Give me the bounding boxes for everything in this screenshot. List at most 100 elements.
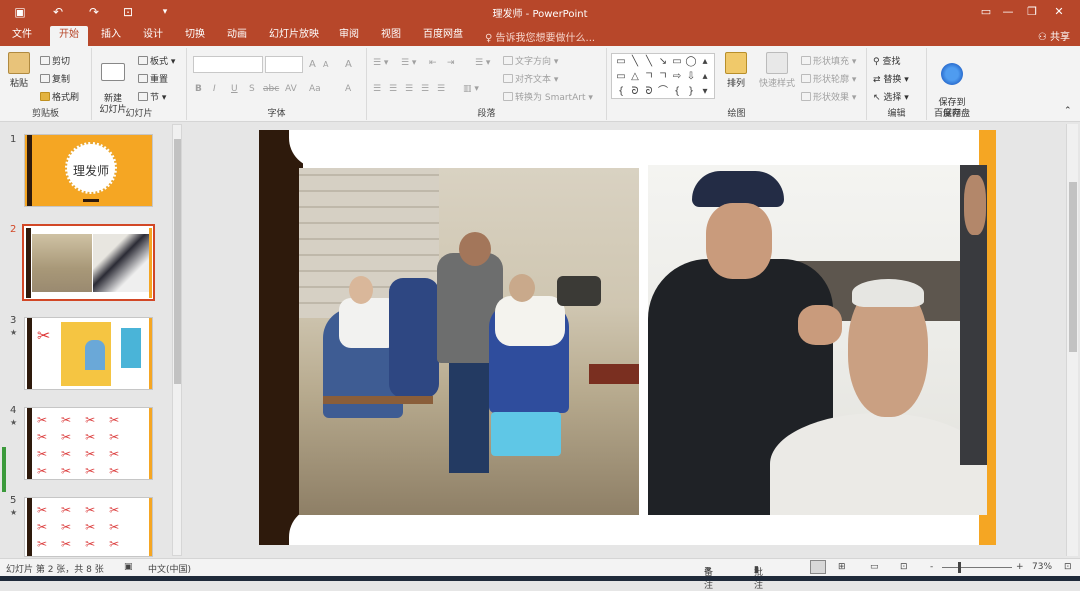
shape-gallery-item[interactable]: ▭ [670, 54, 684, 69]
zoom-level[interactable]: 73% [1032, 562, 1052, 572]
slide-thumbnail-2[interactable] [22, 224, 155, 301]
shape-gallery-item[interactable]: ◯ [684, 54, 698, 69]
shape-gallery-item[interactable]: ⇨ [670, 69, 684, 84]
tab-animations[interactable]: 动画 [221, 26, 253, 46]
shape-effects-button[interactable]: 形状效果 ▾ [801, 90, 856, 103]
shape-gallery-item[interactable]: ╲ [628, 54, 642, 69]
shape-gallery-item[interactable]: ▾ [698, 84, 712, 99]
select-button[interactable]: ↖ 选择 ▾ [873, 90, 909, 103]
zoom-slider-handle[interactable] [958, 562, 961, 573]
shape-gallery-item[interactable]: ▴ [698, 69, 712, 84]
ribbon-display-options-icon[interactable]: ▭ [975, 3, 997, 21]
font-name-box[interactable] [193, 56, 263, 73]
slide-thumbnail-1[interactable]: 理发师 [24, 134, 153, 207]
paste-button[interactable]: 粘贴 [6, 52, 32, 89]
share-button[interactable]: ⚇ 共享 [1038, 28, 1070, 43]
shape-gallery-item[interactable]: ╲ [642, 54, 656, 69]
convert-smartart-button[interactable]: 转换为 SmartArt ▾ [503, 90, 593, 103]
tab-file[interactable]: 文件 [6, 26, 38, 46]
shape-fill-button[interactable]: 形状填充 ▾ [801, 54, 856, 67]
shape-gallery-item[interactable]: ⇩ [684, 69, 698, 84]
shape-outline-button[interactable]: 形状轮廓 ▾ [801, 72, 856, 85]
columns-button[interactable]: ▥ ▾ [463, 84, 479, 94]
change-case-button[interactable]: Aa [309, 84, 321, 94]
layout-button[interactable]: 板式 ▾ [138, 54, 175, 67]
tab-view[interactable]: 视图 [375, 26, 407, 46]
tab-review[interactable]: 审阅 [333, 26, 365, 46]
slide-thumbnail-3[interactable]: ✂ [24, 317, 153, 390]
zoom-slider-track[interactable] [942, 567, 1012, 568]
spellcheck-icon[interactable]: ▣ [124, 562, 133, 572]
fit-slide-icon[interactable]: ⊡ [1064, 562, 1072, 572]
zoom-in-button[interactable]: + [1016, 562, 1024, 572]
slide-thumbnail-5[interactable]: ✂✂✂✂ ✂✂✂✂ ✂✂✂✂ [24, 497, 153, 557]
shape-gallery-item[interactable]: ᘐ [628, 84, 642, 99]
shape-gallery-item[interactable]: ▴ [698, 54, 712, 69]
align-right-button[interactable]: ☰ [405, 84, 413, 94]
shape-gallery-item[interactable]: } [684, 84, 698, 99]
shapes-gallery[interactable]: ▭ ╲ ╲ ↘ ▭ ◯ ▴ ▭ △ ㄱㄱ ⇨ ⇩ ▴{ᘐ ᘐ ⌒{} ▾ [611, 53, 715, 99]
quick-styles-button[interactable]: 快速样式 [755, 52, 799, 89]
line-spacing-button[interactable]: ☰ ▾ [475, 58, 490, 68]
font-size-box[interactable] [265, 56, 303, 73]
reading-view-icon[interactable]: ▭ [870, 562, 879, 572]
tell-me-box[interactable]: ♀ 告诉我您想要做什么... [485, 29, 595, 44]
italic-button[interactable]: I [213, 84, 216, 94]
slideshow-view-icon[interactable]: ⊡ [900, 562, 908, 572]
shape-gallery-item[interactable]: { [614, 84, 628, 99]
zoom-out-button[interactable]: - [930, 562, 933, 572]
align-text-button[interactable]: 对齐文本 ▾ [503, 72, 558, 85]
slide-thumbnail-4[interactable]: ✂✂✂✂ ✂✂✂✂ ✂✂✂✂ ✂✂✂✂ [24, 407, 153, 480]
tab-slideshow[interactable]: 幻灯片放映 [263, 26, 325, 46]
shape-gallery-item[interactable]: ▭ [614, 54, 628, 69]
collapse-ribbon-icon[interactable]: ⌃ [1064, 106, 1072, 116]
thumbnail-scroll-thumb[interactable] [174, 139, 181, 384]
shape-gallery-item[interactable]: ㄱ [642, 69, 656, 84]
text-direction-button[interactable]: 文字方向 ▾ [503, 54, 558, 67]
tab-home[interactable]: 开始 [50, 26, 88, 46]
shape-gallery-item[interactable]: ▭ [614, 69, 628, 84]
shrink-font-button[interactable]: A [323, 60, 328, 69]
bold-button[interactable]: B [195, 84, 202, 94]
char-spacing-button[interactable]: AV [285, 84, 297, 94]
restore-icon[interactable]: ❐ [1021, 3, 1043, 21]
slide-canvas[interactable] [259, 130, 996, 545]
align-center-button[interactable]: ☰ [389, 84, 397, 94]
shape-gallery-item[interactable]: △ [628, 69, 642, 84]
grow-font-button[interactable]: A [309, 59, 316, 70]
bullets-button[interactable]: ☰ ▾ [373, 58, 388, 68]
clear-formatting-button[interactable]: A [345, 59, 352, 70]
numbering-button[interactable]: ☰ ▾ [401, 58, 416, 68]
tab-baidu[interactable]: 百度网盘 [417, 26, 469, 46]
section-button[interactable]: 节 ▾ [138, 90, 166, 103]
cut-button[interactable]: 剪切 [40, 54, 70, 67]
normal-view-icon[interactable] [810, 560, 826, 574]
distributed-button[interactable]: ☰ [437, 84, 445, 94]
shape-gallery-item[interactable]: ᘐ [642, 84, 656, 99]
underline-button[interactable]: U [231, 84, 238, 94]
slide-scrollbar[interactable] [1066, 124, 1078, 556]
copy-button[interactable]: 复制 [40, 72, 70, 85]
shape-gallery-item[interactable]: ⌒ [656, 84, 670, 99]
minimize-icon[interactable]: — [997, 3, 1019, 21]
thumbnail-scrollbar[interactable] [172, 124, 182, 556]
increase-indent-button[interactable]: ⇥ [447, 58, 455, 68]
font-color-button[interactable]: A [345, 84, 351, 94]
slide-scroll-thumb[interactable] [1069, 182, 1077, 352]
slide-sorter-icon[interactable]: ⊞ [838, 562, 846, 572]
barber-street-photo[interactable] [299, 168, 639, 515]
close-icon[interactable]: ✕ [1048, 3, 1070, 21]
decrease-indent-button[interactable]: ⇤ [429, 58, 437, 68]
shape-gallery-item[interactable]: ↘ [656, 54, 670, 69]
justify-button[interactable]: ☰ [421, 84, 429, 94]
format-painter-button[interactable]: 格式刷 [40, 90, 79, 103]
tab-insert[interactable]: 插入 [95, 26, 127, 46]
arrange-button[interactable]: 排列 [721, 52, 751, 89]
language-indicator[interactable]: 中文(中国) [148, 562, 191, 575]
find-button[interactable]: ⚲ 查找 [873, 54, 900, 67]
reset-button[interactable]: 重置 [138, 72, 168, 85]
align-left-button[interactable]: ☰ [373, 84, 381, 94]
tab-design[interactable]: 设计 [137, 26, 169, 46]
shadow-button[interactable]: S [249, 84, 255, 94]
barber-portrait-photo[interactable] [648, 165, 987, 515]
